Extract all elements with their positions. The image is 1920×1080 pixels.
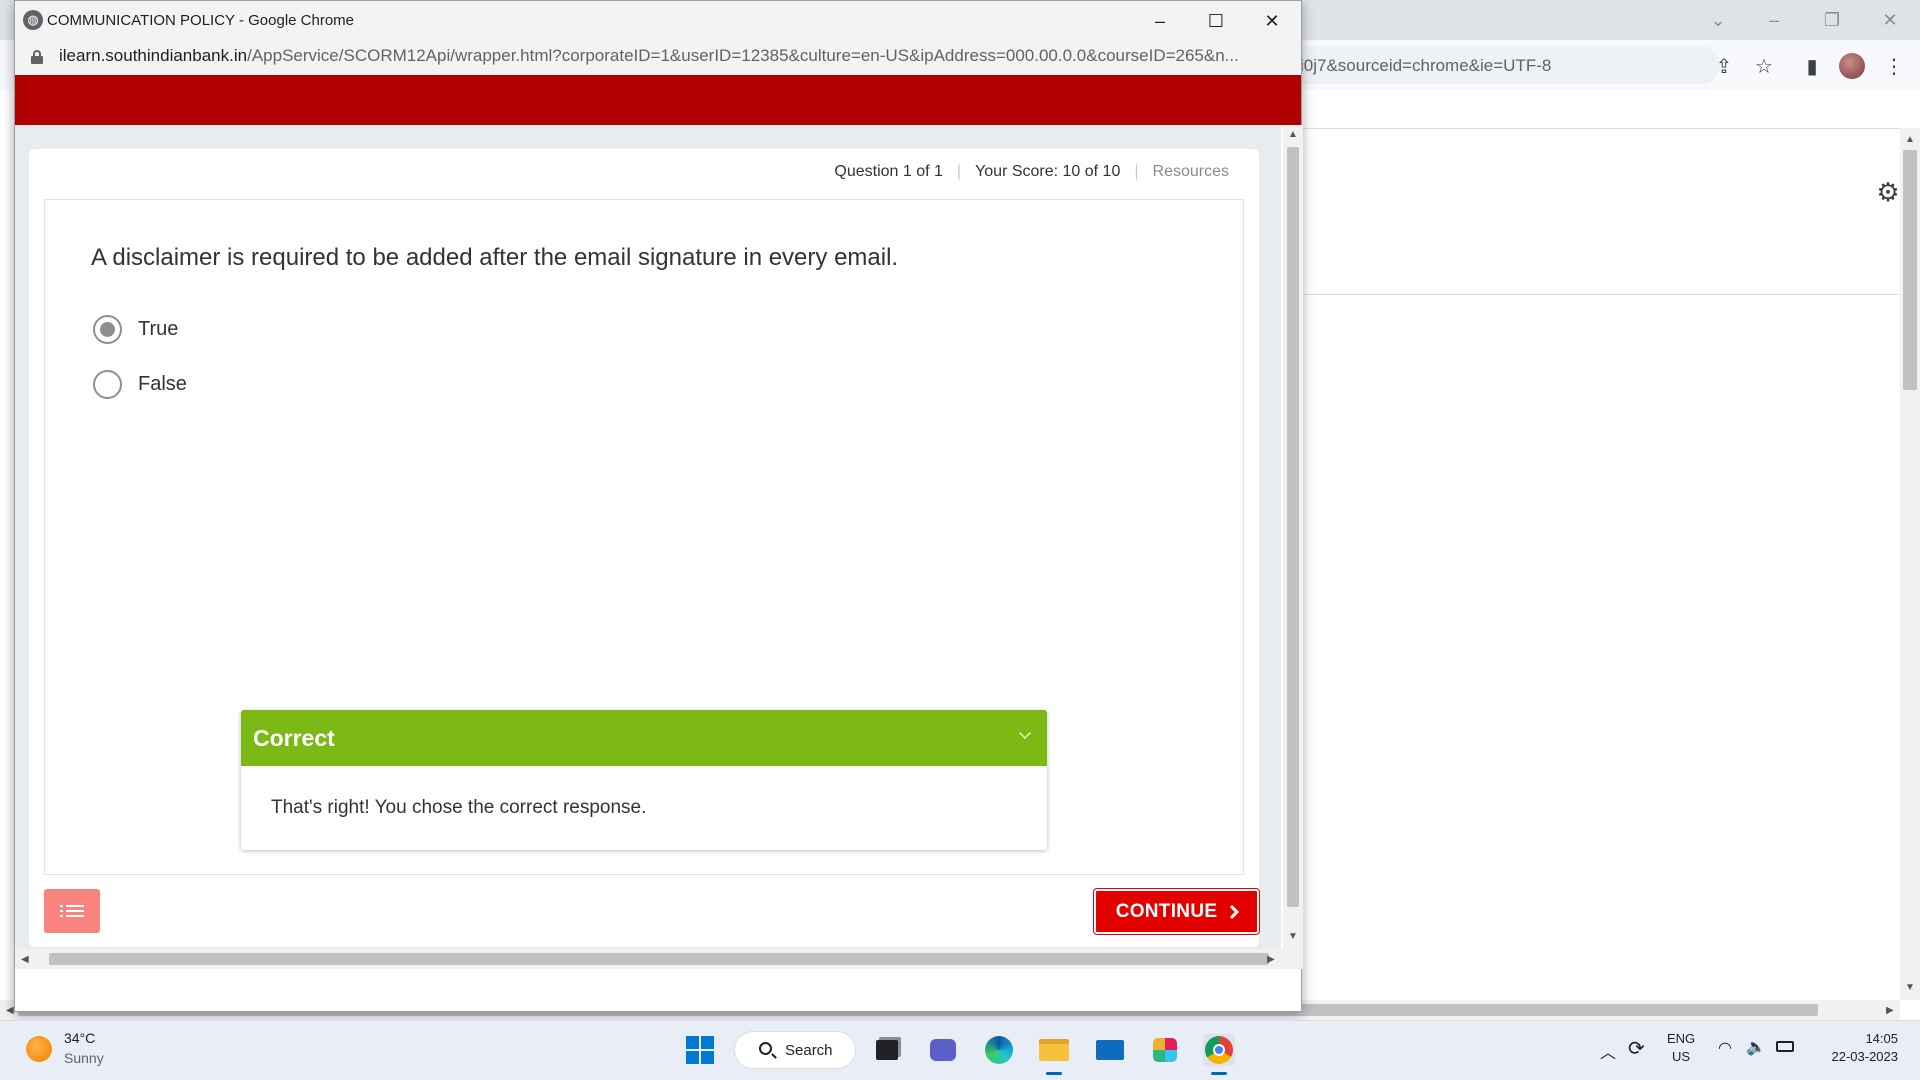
- close-icon[interactable]: ✕: [1878, 8, 1902, 32]
- feedback-message: That's right! You chose the correct resp…: [271, 797, 647, 818]
- file-explorer-icon[interactable]: [1038, 1034, 1070, 1066]
- list-icon: [60, 910, 63, 912]
- separator: |: [956, 163, 962, 180]
- question-text: A disclaimer is required to be added aft…: [91, 244, 899, 271]
- popup-horizontal-scrollbar-thumb[interactable]: [49, 953, 1269, 965]
- language-code: ENG: [1667, 1031, 1696, 1046]
- option-label: True: [138, 318, 179, 340]
- vertical-scrollbar-thumb[interactable]: [1903, 150, 1917, 390]
- list-icon-line: [66, 905, 84, 907]
- side-panel-icon[interactable]: ▮: [1798, 52, 1826, 80]
- list-icon-line: [66, 910, 84, 912]
- scroll-down-arrow-icon[interactable]: ▼: [1905, 982, 1915, 993]
- language-indicator[interactable]: ENG US: [1667, 1031, 1695, 1064]
- slack-icon[interactable]: [1149, 1034, 1181, 1066]
- chevron-right-icon: [1225, 904, 1240, 919]
- divider: [1300, 294, 1900, 295]
- divider: [1300, 128, 1900, 129]
- menu-kebab-icon[interactable]: ⋮: [1880, 52, 1908, 80]
- popup-url[interactable]: ilearn.southindianbank.in/AppService/SCO…: [59, 46, 1291, 66]
- minimize-icon[interactable]: –: [1762, 8, 1786, 32]
- question-counter: Question 1 of 1: [834, 163, 943, 180]
- start-windows-icon[interactable]: [684, 1034, 716, 1066]
- popup-vertical-scrollbar-thumb[interactable]: [1287, 147, 1299, 907]
- quiz-card: Question 1 of 1 | Your Score: 10 of 10 |…: [29, 149, 1260, 947]
- feedback-panel: Correct That's right! You chose the corr…: [241, 710, 1047, 850]
- search-icon: [759, 1042, 772, 1055]
- lock-icon[interactable]: [31, 50, 43, 64]
- globe-icon: ◍: [23, 10, 43, 30]
- share-icon[interactable]: ⇪: [1710, 52, 1738, 80]
- volume-icon[interactable]: 🔈: [1746, 1037, 1766, 1057]
- menu-list-button[interactable]: [44, 889, 100, 933]
- popup-titlebar: ◍ COMMUNICATION POLICY - Google Chrome –…: [15, 1, 1301, 41]
- chrome-browser-icon[interactable]: [1203, 1034, 1235, 1066]
- active-app-indicator: [1211, 1072, 1227, 1075]
- battery-icon[interactable]: [1776, 1041, 1794, 1052]
- option-true[interactable]: True: [93, 315, 178, 344]
- sync-icon[interactable]: ⟳: [1628, 1036, 1645, 1061]
- popup-maximize-button[interactable]: ☐: [1193, 5, 1239, 37]
- bookmark-star-icon[interactable]: ☆: [1750, 52, 1778, 80]
- weather-temperature[interactable]: 34°C: [64, 1030, 95, 1046]
- question-panel: A disclaimer is required to be added aft…: [44, 199, 1244, 875]
- popup-title: COMMUNICATION POLICY - Google Chrome: [47, 12, 355, 29]
- list-icon: [60, 915, 63, 917]
- list-icon-line: [66, 915, 84, 917]
- chevron-down-icon[interactable]: [1019, 727, 1031, 739]
- scroll-up-arrow-icon[interactable]: ▲: [1905, 134, 1915, 145]
- course-header-banner: [15, 75, 1301, 125]
- edge-browser-icon[interactable]: [983, 1034, 1015, 1066]
- weather-condition[interactable]: Sunny: [64, 1050, 104, 1066]
- clock[interactable]: 14:05 22-03-2023: [1814, 1031, 1899, 1064]
- show-hidden-icons-chevron-icon[interactable]: ︿: [1600, 1039, 1616, 1063]
- clock-date: 22-03-2023: [1831, 1049, 1899, 1064]
- scroll-up-arrow-icon[interactable]: ▲: [1288, 129, 1298, 140]
- popup-minimize-button[interactable]: –: [1137, 5, 1183, 37]
- radio-button[interactable]: [93, 370, 122, 399]
- scroll-left-arrow-icon[interactable]: ◀: [21, 954, 29, 965]
- option-false[interactable]: False: [93, 370, 187, 399]
- option-label: False: [138, 373, 187, 395]
- scroll-right-arrow-icon[interactable]: ▶: [1267, 954, 1275, 965]
- tab-search-icon[interactable]: ⌄: [1706, 8, 1730, 32]
- separator: |: [1134, 163, 1139, 180]
- scroll-right-arrow-icon[interactable]: ▶: [1886, 1005, 1894, 1016]
- url-host: ilearn.southindianbank.in: [59, 46, 248, 65]
- course-popup-window: ◍ COMMUNICATION POLICY - Google Chrome –…: [14, 0, 1303, 1012]
- wifi-icon[interactable]: ◠: [1718, 1038, 1732, 1058]
- task-view-icon[interactable]: [871, 1034, 903, 1066]
- radio-button-selected[interactable]: [93, 315, 122, 344]
- continue-button[interactable]: CONTINUE: [1093, 888, 1260, 935]
- list-icon: [60, 905, 63, 907]
- scroll-left-arrow-icon[interactable]: ◀: [6, 1005, 14, 1016]
- clock-time: 14:05: [1865, 1031, 1898, 1046]
- address-bar-text: i0j7&sourceid=chrome&ie=UTF-8: [1300, 56, 1552, 75]
- profile-avatar[interactable]: [1838, 52, 1866, 80]
- restore-icon[interactable]: ❐: [1820, 8, 1844, 32]
- resources-link[interactable]: Resources: [1153, 163, 1229, 181]
- search-label: Search: [785, 1041, 833, 1059]
- continue-label: CONTINUE: [1115, 900, 1218, 922]
- score-display: Your Score: 10 of 10: [975, 163, 1121, 180]
- feedback-header[interactable]: Correct: [241, 710, 1047, 766]
- popup-close-button[interactable]: ✕: [1249, 5, 1295, 37]
- open-app-indicator: [1046, 1072, 1062, 1075]
- region-code: US: [1672, 1049, 1691, 1064]
- taskbar-search-button[interactable]: Search: [734, 1031, 856, 1069]
- settings-gear-icon[interactable]: ⚙: [1874, 177, 1902, 207]
- scroll-down-arrow-icon[interactable]: ▼: [1288, 931, 1298, 942]
- mail-icon[interactable]: [1094, 1034, 1126, 1066]
- url-path: /AppService/SCORM12Api/wrapper.html?corp…: [247, 46, 1239, 65]
- quiz-header: Question 1 of 1 | Your Score: 10 of 10 |…: [834, 163, 1229, 181]
- feedback-title: Correct: [253, 725, 335, 751]
- weather-sun-icon[interactable]: [26, 1036, 52, 1062]
- teams-chat-icon[interactable]: [927, 1034, 959, 1066]
